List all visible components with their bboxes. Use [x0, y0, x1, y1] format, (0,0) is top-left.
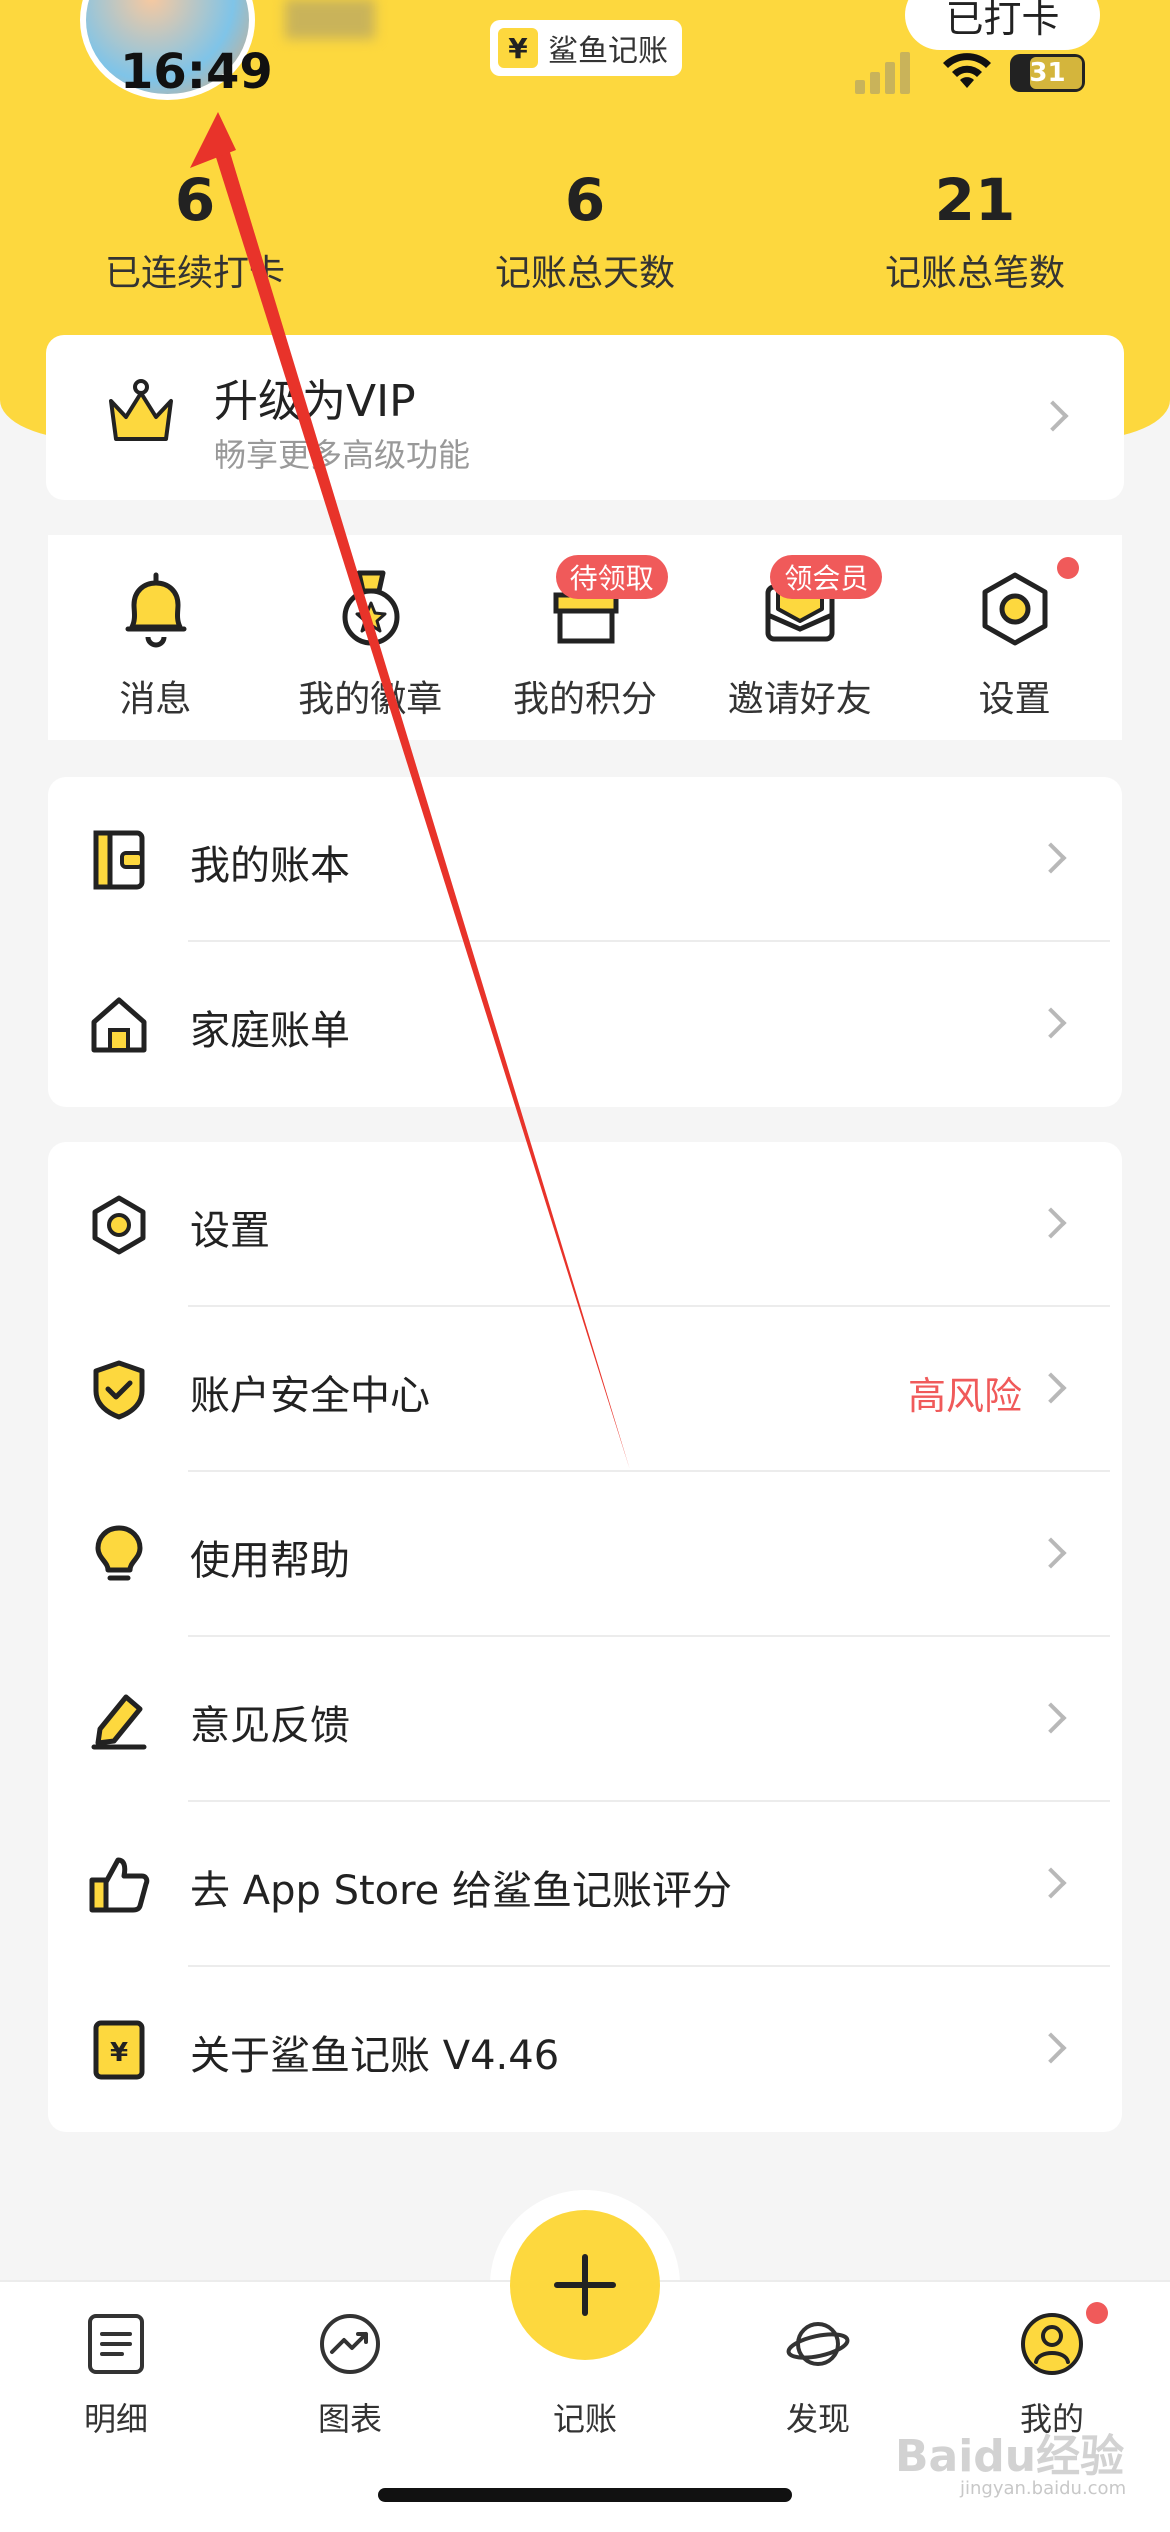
stat-value: 6 — [174, 166, 216, 234]
menu-label: 使用帮助 — [190, 1538, 350, 1584]
quick-action-label: 邀请好友 — [727, 679, 872, 720]
quick-action-points[interactable]: 待领取 我的积分 — [478, 535, 693, 740]
menu-item-my-books[interactable]: 我的账本 — [48, 777, 1122, 942]
battery-level: 31 — [1029, 58, 1066, 88]
quick-action-label: 设置 — [978, 679, 1051, 720]
notification-dot — [1086, 2302, 1108, 2324]
tab-label: 记账 — [552, 2400, 617, 2438]
menu-card-books: 我的账本 家庭账单 — [48, 777, 1122, 1107]
menu-item-family-bills[interactable]: 家庭账单 — [48, 942, 1122, 1107]
menu-label: 我的账本 — [190, 843, 350, 889]
house-icon — [91, 997, 147, 1053]
stat-checkin-streak[interactable]: 6 已连续打卡 — [0, 160, 390, 310]
settings-icon — [982, 572, 1048, 646]
battery-icon: 31 — [1010, 54, 1085, 92]
quick-action-label: 我的积分 — [512, 679, 657, 720]
page: 16:49 ¥ 鲨鱼记账 已打卡 31 6 已连续打卡 6 记账总天数 21 记… — [0, 0, 1170, 2532]
shield-icon — [93, 1360, 145, 1420]
quick-action-label: 消息 — [119, 679, 192, 720]
lightbulb-icon — [95, 1525, 143, 1581]
checkin-button[interactable]: 已打卡 — [905, 0, 1100, 50]
menu-item-feedback[interactable]: 意见反馈 — [48, 1637, 1122, 1802]
stat-total-days[interactable]: 6 记账总天数 — [390, 160, 780, 310]
tab-label: 发现 — [785, 2400, 850, 2438]
status-time: 16:49 — [120, 44, 273, 100]
stats-row: 6 已连续打卡 6 记账总天数 21 记账总笔数 — [0, 160, 1170, 310]
quick-action-invite[interactable]: 领会员 邀请好友 — [692, 535, 907, 740]
signal-icon — [855, 50, 915, 94]
home-indicator — [378, 2488, 792, 2502]
menu-label: 设置 — [190, 1208, 270, 1254]
quick-action-messages[interactable]: 消息 — [48, 535, 263, 740]
wifi-icon — [943, 53, 991, 88]
quick-action-badges[interactable]: 我的徽章 — [263, 535, 478, 740]
menu-item-about[interactable]: ¥ 关于鲨鱼记账 V4.46 — [48, 1967, 1122, 2132]
stat-label: 记账总笔数 — [884, 253, 1065, 294]
vip-upgrade-card[interactable]: 升级为VIP 畅享更多高级功能 — [46, 335, 1124, 500]
notification-dot — [1057, 557, 1080, 579]
username-blur — [285, 0, 375, 39]
chevron-right-icon — [1035, 1537, 1067, 1569]
menu-item-help[interactable]: 使用帮助 — [48, 1472, 1122, 1637]
menu-card-settings: 设置 账户安全中心 高风险 使用帮助 意见反馈 去 App Store 给鲨鱼记… — [48, 1142, 1122, 2132]
tab-label: 图表 — [317, 2400, 382, 2438]
chevron-right-icon — [1035, 2032, 1067, 2064]
chevron-right-icon — [1035, 842, 1067, 874]
quick-action-badge: 领会员 — [770, 555, 883, 599]
watermark-url: jingyan.baidu.com — [960, 2478, 1127, 2499]
stat-label: 记账总天数 — [494, 253, 675, 294]
svg-text:¥: ¥ — [110, 2038, 128, 2068]
menu-label: 关于鲨鱼记账 V4.46 — [190, 2033, 560, 2079]
quick-action-badge: 待领取 — [555, 555, 668, 599]
menu-label: 意见反馈 — [190, 1703, 350, 1749]
vip-subtitle: 畅享更多高级功能 — [214, 436, 471, 474]
list-icon — [88, 2314, 144, 2374]
bell-icon — [125, 572, 187, 648]
book-icon — [93, 830, 145, 890]
menu-item-rate-app[interactable]: 去 App Store 给鲨鱼记账评分 — [48, 1802, 1122, 1967]
yen-icon: ¥ — [93, 2020, 145, 2080]
menu-label: 家庭账单 — [190, 1008, 350, 1054]
app-badge-label: 鲨鱼记账 — [548, 34, 668, 69]
quick-actions: 消息 我的徽章 待领取 我的积分 领会员 邀请好友 设置 — [48, 535, 1122, 740]
vip-title: 升级为VIP — [214, 376, 416, 427]
chevron-right-icon — [1035, 1007, 1067, 1039]
quick-action-settings[interactable]: 设置 — [907, 535, 1122, 740]
thumbs-up-icon — [89, 1857, 150, 1913]
add-record-button[interactable] — [510, 2210, 660, 2360]
chevron-right-icon — [1035, 1207, 1067, 1239]
menu-item-settings[interactable]: 设置 — [48, 1142, 1122, 1307]
edit-icon — [91, 1694, 147, 1750]
status-icons: 31 — [855, 50, 1095, 102]
medal-icon — [342, 570, 400, 646]
chevron-right-icon — [1037, 400, 1069, 432]
tab-discover[interactable]: 发现 — [718, 2302, 918, 2442]
tab-label: 明细 — [83, 2400, 148, 2438]
chart-icon — [320, 2314, 380, 2374]
planet-icon — [786, 2322, 850, 2366]
stat-total-entries[interactable]: 21 记账总笔数 — [780, 160, 1170, 310]
watermark: Baidu经验 — [895, 2431, 1125, 2482]
settings-icon — [92, 1195, 146, 1255]
chevron-right-icon — [1035, 1867, 1067, 1899]
menu-label: 账户安全中心 — [190, 1373, 430, 1419]
user-icon — [1021, 2313, 1083, 2375]
security-risk-status: 高风险 — [907, 1374, 1022, 1418]
chevron-right-icon — [1035, 1372, 1067, 1404]
stat-label: 已连续打卡 — [104, 253, 285, 294]
stat-value: 21 — [934, 166, 1016, 234]
tab-details[interactable]: 明细 — [16, 2302, 216, 2442]
menu-item-account-security[interactable]: 账户安全中心 高风险 — [48, 1307, 1122, 1472]
crown-icon — [109, 379, 173, 441]
chevron-right-icon — [1035, 1702, 1067, 1734]
menu-label: 去 App Store 给鲨鱼记账评分 — [190, 1868, 733, 1914]
app-badge: ¥ 鲨鱼记账 — [490, 20, 682, 76]
tab-charts[interactable]: 图表 — [250, 2302, 450, 2442]
username[interactable] — [285, 0, 375, 46]
stat-value: 6 — [564, 166, 606, 234]
quick-action-label: 我的徽章 — [298, 679, 443, 720]
yen-icon: ¥ — [498, 28, 538, 68]
